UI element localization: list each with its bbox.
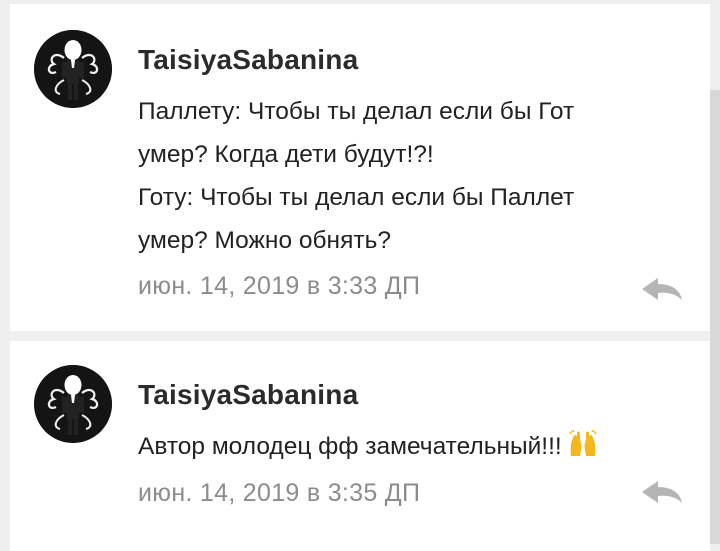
username[interactable]: TaisiyaSabanina	[138, 44, 358, 76]
comment-line: Автор молодец фф замечательный!!!	[138, 425, 658, 468]
comment-text: Паллету: Чтобы ты делал если бы Гот умер…	[138, 90, 658, 262]
user-avatar[interactable]	[34, 30, 112, 108]
scrollbar[interactable]	[710, 90, 720, 544]
comment-line: умер? Можно обнять?	[138, 227, 391, 254]
comment-card: TaisiyaSabanina Автор молодец фф замечат…	[10, 341, 710, 551]
reply-button[interactable]	[640, 479, 684, 505]
comment-text: Автор молодец фф замечательный!!!	[138, 425, 658, 468]
comment-timestamp: июн. 14, 2019 в 3:33 ДП	[138, 272, 421, 300]
user-avatar[interactable]	[34, 365, 112, 443]
comment-line: Паллету: Чтобы ты делал если бы Гот	[138, 98, 575, 125]
reply-button[interactable]	[640, 276, 684, 302]
comment-line: Готу: Чтобы ты делал если бы Паллет	[138, 184, 575, 211]
slenderman-avatar-icon	[34, 365, 112, 443]
username[interactable]: TaisiyaSabanina	[138, 379, 358, 411]
comment-card: TaisiyaSabanina Паллету: Чтобы ты делал …	[10, 4, 710, 331]
reply-icon	[642, 278, 682, 300]
comment-timestamp: июн. 14, 2019 в 3:35 ДП	[138, 479, 421, 507]
raising-hands-emoji-icon	[569, 430, 597, 456]
comment-line-text: Автор молодец фф замечательный!!!	[138, 433, 562, 460]
reply-icon	[642, 481, 682, 503]
comment-line: умер? Когда дети будут!?!	[138, 141, 434, 168]
slenderman-avatar-icon	[34, 30, 112, 108]
